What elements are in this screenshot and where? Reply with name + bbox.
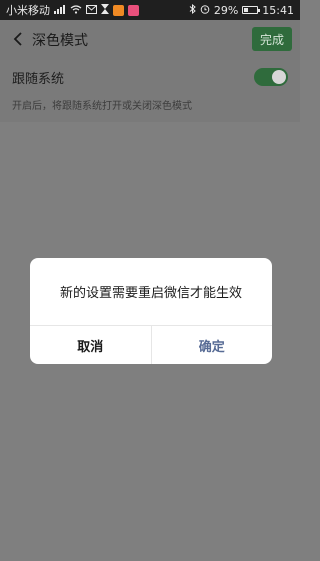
signal-icon bbox=[54, 4, 66, 16]
hourglass-icon bbox=[101, 4, 109, 16]
battery-icon bbox=[242, 6, 261, 14]
follow-system-row: 跟随系统 开启后，将跟随系统打开或关闭深色模式 bbox=[0, 60, 300, 122]
battery-percent: 29% bbox=[213, 3, 239, 17]
follow-system-description: 开启后，将跟随系统打开或关闭深色模式 bbox=[12, 101, 192, 112]
video-app-icon bbox=[113, 4, 124, 16]
follow-system-label: 跟随系统 bbox=[12, 72, 65, 87]
bluetooth-icon bbox=[189, 3, 196, 16]
chevron-left-icon bbox=[13, 31, 23, 50]
dialog-message: 新的设置需要重启微信才能生效 bbox=[59, 286, 242, 301]
status-bar-right: 29% 15:41 bbox=[189, 4, 294, 17]
clock-time: 15:41 bbox=[262, 3, 294, 17]
wifi-icon bbox=[70, 4, 82, 16]
mail-icon bbox=[86, 4, 97, 16]
cancel-button[interactable]: 取消 bbox=[30, 326, 152, 364]
restart-dialog: 新的设置需要重启微信才能生效 取消 确定 bbox=[30, 258, 272, 364]
carrier-label: 小米移动 bbox=[6, 4, 50, 17]
nav-header: 深色模式 完成 bbox=[0, 20, 300, 60]
status-bar: 小米移动 29% 15:41 bbox=[0, 0, 300, 20]
done-button[interactable]: 完成 bbox=[252, 27, 292, 51]
page-title: 深色模式 bbox=[32, 33, 88, 49]
toggle-knob bbox=[272, 70, 286, 84]
follow-system-toggle[interactable] bbox=[254, 68, 288, 86]
app-notification-icon bbox=[128, 4, 139, 16]
dialog-actions: 取消 确定 bbox=[30, 325, 272, 364]
alarm-icon bbox=[200, 4, 210, 16]
back-button[interactable] bbox=[6, 28, 30, 52]
confirm-button[interactable]: 确定 bbox=[152, 326, 273, 364]
status-bar-left: 小米移动 bbox=[6, 2, 139, 18]
